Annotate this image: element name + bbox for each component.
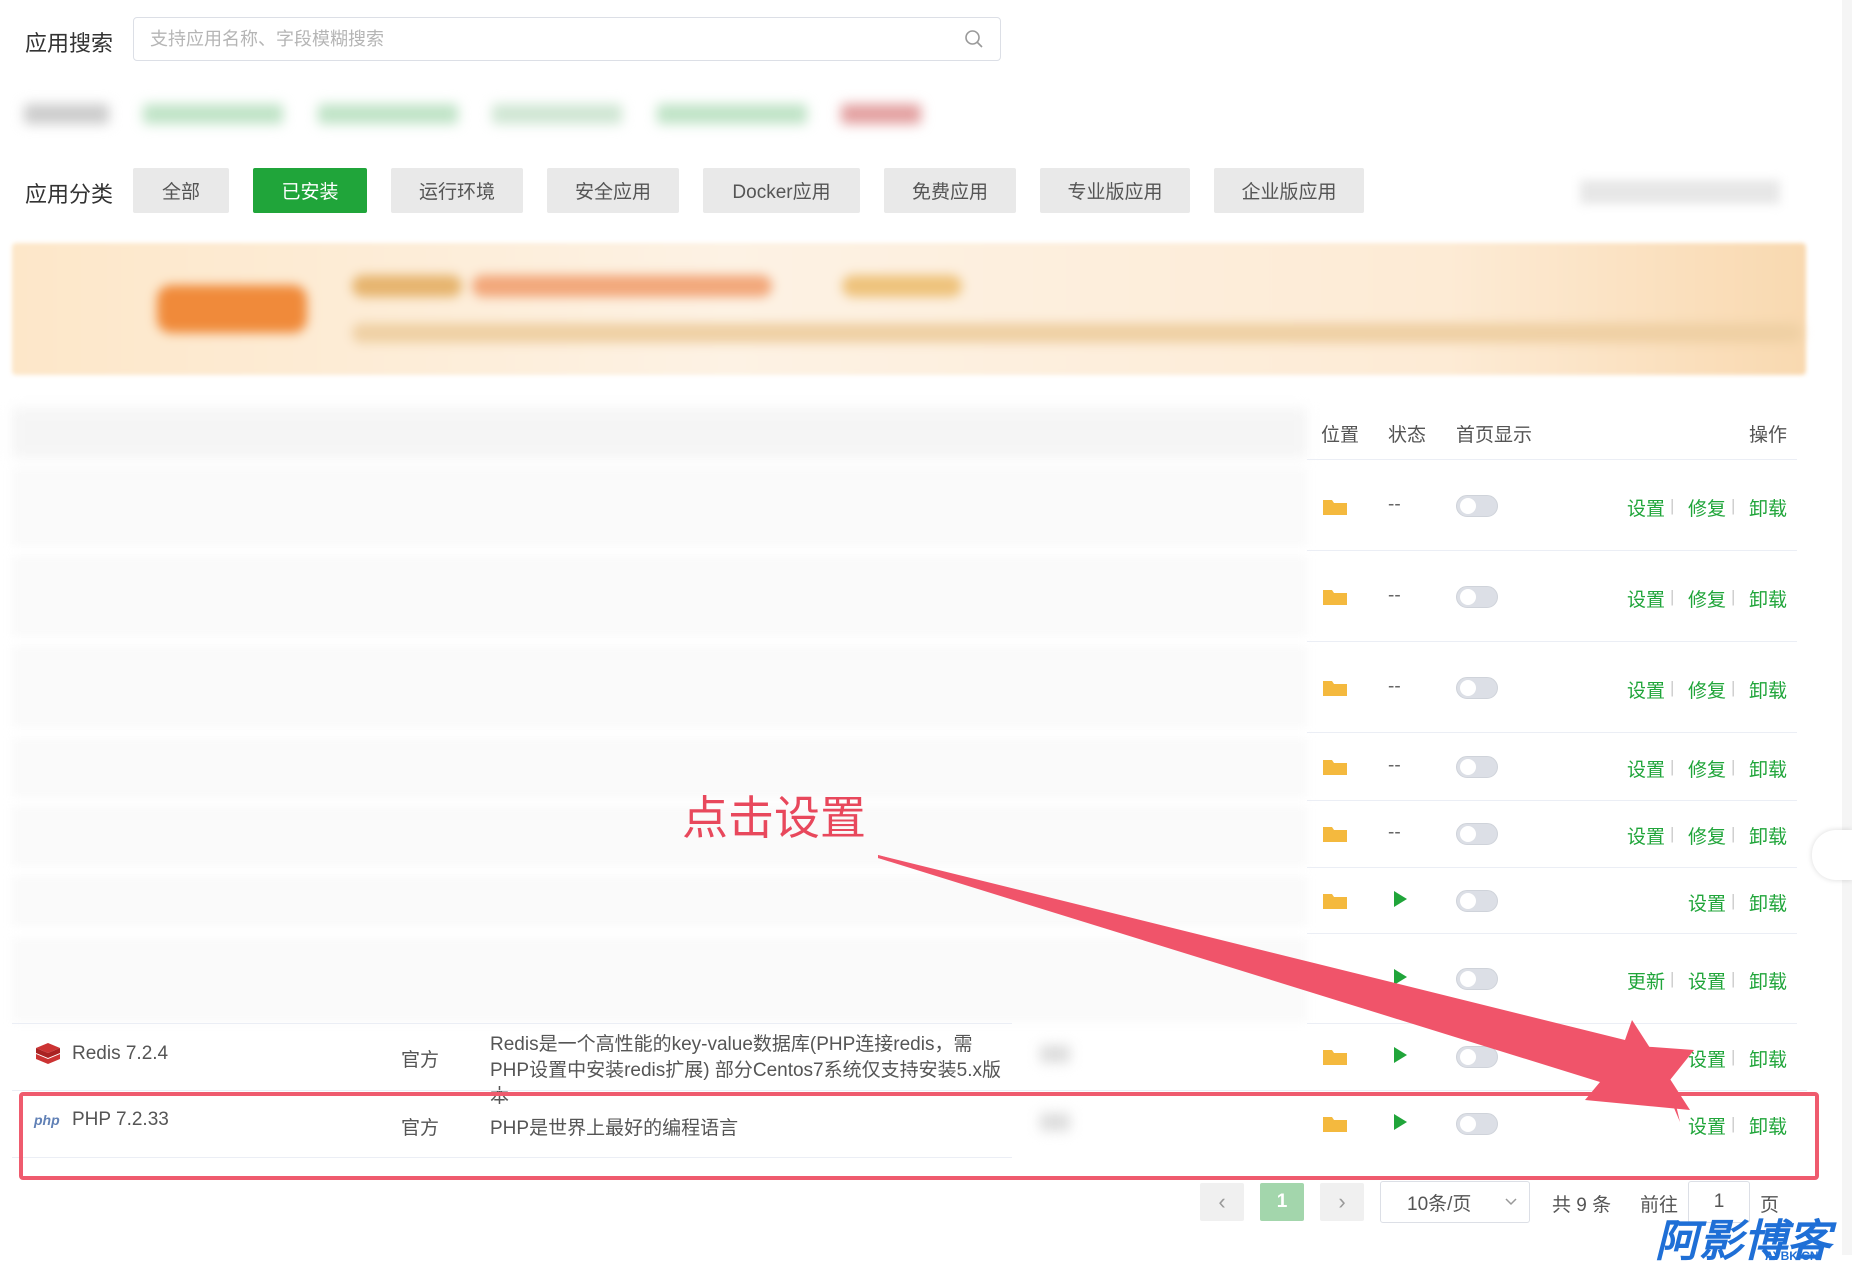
table-header-blurred [12, 408, 1307, 458]
status-text: -- [1388, 494, 1401, 515]
settings-button[interactable]: 设置 [1627, 755, 1665, 782]
update-button[interactable]: 更新 [1627, 967, 1665, 994]
uninstall-button[interactable]: 卸载 [1749, 822, 1787, 849]
play-icon[interactable] [1394, 969, 1407, 985]
status-text: -- [1388, 676, 1401, 697]
redis-logo-icon [36, 1043, 60, 1064]
repair-button[interactable]: 修复 [1688, 822, 1726, 849]
watermark-logo: 阿影博客 AYBK.CN [1655, 1217, 1831, 1266]
home-display-toggle[interactable] [1456, 677, 1498, 699]
home-display-toggle[interactable] [1456, 586, 1498, 608]
home-display-toggle[interactable] [1456, 890, 1498, 912]
table-row [12, 738, 1307, 798]
play-icon[interactable] [1394, 1047, 1407, 1063]
chevron-down-icon [1505, 1198, 1517, 1206]
repair-button[interactable]: 修复 [1688, 585, 1726, 612]
page-size-select[interactable]: 10条/页 [1380, 1181, 1530, 1223]
folder-icon[interactable] [1322, 968, 1348, 988]
table-row [12, 468, 1307, 546]
folder-icon[interactable] [1322, 823, 1348, 843]
header-status: 状态 [1388, 425, 1427, 446]
category-enterprise[interactable]: 企业版应用 [1214, 168, 1364, 213]
repair-button[interactable]: 修复 [1688, 676, 1726, 703]
highlight-box [19, 1092, 1819, 1180]
next-page-button[interactable]: › [1320, 1183, 1364, 1221]
home-display-toggle[interactable] [1456, 1046, 1498, 1068]
total-count: 共 9 条 [1552, 1195, 1612, 1216]
page-1-button[interactable]: 1 [1260, 1183, 1304, 1221]
play-icon[interactable] [1394, 891, 1407, 907]
uninstall-button[interactable]: 卸载 [1749, 676, 1787, 703]
table-row [12, 646, 1307, 728]
annotation-text: 点击设置 [682, 792, 866, 844]
home-display-toggle[interactable] [1456, 495, 1498, 517]
uninstall-button[interactable]: 卸载 [1749, 585, 1787, 612]
uninstall-button[interactable]: 卸载 [1749, 967, 1787, 994]
settings-button[interactable]: 设置 [1688, 1045, 1726, 1072]
table-row [12, 556, 1307, 636]
category-extra-blurred [1580, 180, 1780, 204]
category-pro[interactable]: 专业版应用 [1040, 168, 1190, 213]
folder-icon[interactable] [1322, 1046, 1348, 1066]
prev-page-button[interactable]: ‹ [1200, 1183, 1244, 1221]
search-input[interactable] [148, 18, 932, 60]
status-text: -- [1388, 585, 1401, 606]
promo-banner [12, 243, 1806, 375]
search-label: 应用搜索 [25, 31, 114, 56]
category-security[interactable]: 安全应用 [547, 168, 679, 213]
category-all[interactable]: 全部 [133, 168, 229, 213]
search-icon[interactable] [964, 29, 984, 49]
uninstall-button[interactable]: 卸载 [1749, 1045, 1787, 1072]
table-row [12, 806, 1307, 866]
uninstall-button[interactable]: 卸载 [1749, 889, 1787, 916]
status-text: -- [1388, 822, 1401, 843]
page-size-value: 10条/页 [1407, 1193, 1472, 1215]
folder-icon[interactable] [1322, 586, 1348, 606]
home-display-toggle[interactable] [1456, 756, 1498, 778]
repair-button[interactable]: 修复 [1688, 494, 1726, 521]
status-text: -- [1388, 755, 1401, 776]
table-row [12, 938, 1307, 1022]
settings-button[interactable]: 设置 [1627, 494, 1665, 521]
table-row [12, 876, 1307, 926]
app-type: 官方 [401, 1050, 440, 1071]
folder-icon[interactable] [1322, 890, 1348, 910]
settings-button[interactable]: 设置 [1688, 889, 1726, 916]
home-display-toggle[interactable] [1456, 968, 1498, 990]
settings-button[interactable]: 设置 [1627, 822, 1665, 849]
app-name: Redis 7.2.4 [72, 1043, 169, 1064]
home-display-toggle[interactable] [1456, 823, 1498, 845]
category-label: 应用分类 [25, 182, 114, 207]
folder-icon[interactable] [1322, 496, 1348, 516]
repair-button[interactable]: 修复 [1688, 755, 1726, 782]
search-box[interactable] [133, 17, 1001, 61]
category-free[interactable]: 免费应用 [884, 168, 1016, 213]
folder-icon[interactable] [1322, 677, 1348, 697]
header-actions: 操作 [1749, 425, 1788, 446]
folder-icon[interactable] [1322, 756, 1348, 776]
category-runtime[interactable]: 运行环境 [391, 168, 523, 213]
header-location: 位置 [1321, 425, 1360, 446]
uninstall-button[interactable]: 卸载 [1749, 494, 1787, 521]
header-home-display: 首页显示 [1456, 425, 1533, 446]
settings-button[interactable]: 设置 [1688, 967, 1726, 994]
category-installed[interactable]: 已安装 [253, 168, 367, 213]
category-docker[interactable]: Docker应用 [703, 168, 860, 213]
side-float-button[interactable] [1812, 830, 1852, 880]
uninstall-button[interactable]: 卸载 [1749, 755, 1787, 782]
settings-button[interactable]: 设置 [1627, 585, 1665, 612]
scrollbar[interactable] [1842, 0, 1852, 1255]
settings-button[interactable]: 设置 [1627, 676, 1665, 703]
recommend-row [24, 104, 964, 138]
